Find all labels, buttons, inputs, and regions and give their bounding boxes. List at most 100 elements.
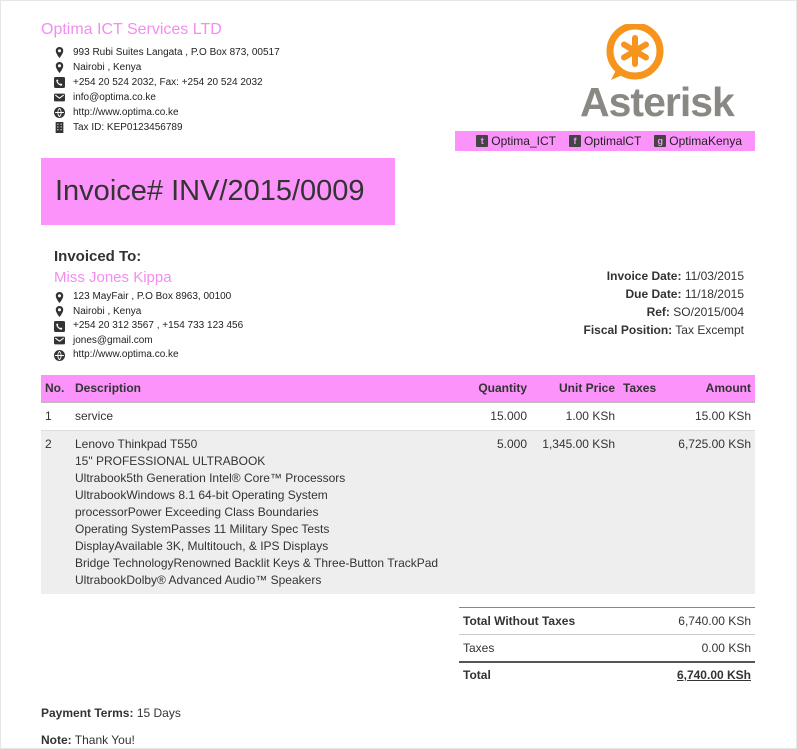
totals-block: Total Without Taxes 6,740.00 KSh Taxes 0… (459, 607, 755, 687)
row-amount: 15.00 KSh (667, 401, 755, 431)
row-unit-price: 1.00 KSh (531, 401, 619, 431)
facebook-icon: f (568, 135, 581, 147)
row-unit-price: 1,345.00 KSh (531, 430, 619, 594)
note-label: Note: (41, 733, 72, 747)
company-tax-id: Tax ID: KEP0123456789 (73, 122, 183, 133)
company-website[interactable]: http://www.optima.co.ke (73, 105, 179, 120)
invoice-note: Note: Thank You! (41, 733, 135, 747)
google-plus-icon: g (654, 135, 667, 147)
due-date-label: Due Date: (625, 287, 682, 301)
customer-name: Miss Jones Kippa (54, 269, 172, 286)
total-without-taxes-row: Total Without Taxes 6,740.00 KSh (459, 607, 755, 634)
description-line: service (75, 409, 114, 423)
building-icon (54, 122, 68, 133)
description-line: Bridge TechnologyRenowned Backlit Keys &… (75, 556, 439, 570)
company-taxid-line: Tax ID: KEP0123456789 (54, 120, 280, 135)
social-twitter-label: Optima_ICT (491, 134, 556, 148)
fiscal-position-label: Fiscal Position: (583, 323, 673, 337)
customer-email-line: jones@gmail.com (54, 334, 243, 349)
company-city-line: Nairobi , Kenya (54, 60, 280, 75)
ref-value: SO/2015/004 (669, 305, 744, 319)
col-no: No. (41, 375, 71, 402)
taxes-label: Taxes (463, 641, 495, 655)
description-line: Operating SystemPasses 11 Military Spec … (75, 522, 330, 536)
company-website-line: http://www.optima.co.ke (54, 105, 280, 120)
col-quantity: Quantity (471, 375, 531, 402)
social-bar: t Optima_ICT f OptimalCT g OptimaKenya (455, 131, 755, 151)
invoiced-to-heading: Invoiced To: (54, 248, 142, 265)
company-phone-line: +254 20 524 2032, Fax: +254 20 524 2032 (54, 75, 280, 90)
total-value: 6,740.00 KSh (676, 668, 751, 682)
due-date-row: Due Date: 11/18/2015 (584, 285, 744, 303)
row-amount: 6,725.00 KSh (667, 430, 755, 594)
customer-contact: 123 MayFair , P.O Box 8963, 00100 Nairob… (54, 290, 243, 363)
row-quantity: 5.000 (471, 430, 531, 594)
asterisk-logo-icon (606, 24, 664, 80)
row-taxes (619, 430, 667, 594)
phone-icon (54, 320, 68, 332)
fiscal-position-value: Tax Excempt (672, 323, 744, 337)
description-line: Lenovo Thinkpad T550 (75, 437, 198, 451)
fiscal-position-row: Fiscal Position: Tax Excempt (584, 321, 745, 339)
payment-terms-value: 15 Days (133, 706, 181, 720)
invoice-date-label: Invoice Date: (606, 269, 682, 283)
map-marker-icon (54, 291, 68, 303)
envelope-icon (54, 335, 68, 346)
customer-address-2: Nairobi , Kenya (73, 305, 142, 317)
table-row: 2 Lenovo Thinkpad T550 15" PROFESSIONAL … (41, 430, 755, 594)
invoice-lines-table: No. Description Quantity Unit Price Taxe… (41, 375, 755, 594)
map-marker-icon (54, 47, 68, 58)
description-line: DisplayAvailable 3K, Multitouch, & IPS D… (75, 539, 329, 553)
customer-address-line: 123 MayFair , P.O Box 8963, 00100 (54, 290, 243, 305)
row-description: service (71, 401, 471, 431)
asterisk-wordmark: Asterisk (580, 79, 735, 125)
ref-label: Ref: (646, 305, 670, 319)
row-taxes (619, 401, 667, 431)
customer-email[interactable]: jones@gmail.com (73, 334, 153, 349)
customer-phone-line: +254 20 312 3567 , +154 733 123 456 (54, 319, 243, 334)
row-no: 2 (41, 430, 71, 594)
col-amount: Amount (667, 375, 755, 402)
col-unit-price: Unit Price (531, 375, 619, 402)
social-facebook-label: OptimalCT (583, 134, 642, 148)
social-google-plus[interactable]: g OptimaKenya (654, 134, 742, 148)
social-twitter[interactable]: t Optima_ICT (476, 134, 556, 148)
customer-website[interactable]: http://www.optima.co.ke (73, 348, 179, 363)
table-header-row: No. Description Quantity Unit Price Taxe… (41, 375, 755, 402)
invoice-title: Invoice# INV/2015/0009 (55, 175, 365, 207)
taxes-row: Taxes 0.00 KSh (459, 634, 755, 661)
invoice-date-row: Invoice Date: 11/03/2015 (584, 267, 744, 285)
row-description: Lenovo Thinkpad T550 15" PROFESSIONAL UL… (71, 430, 471, 594)
map-marker-icon (54, 306, 68, 318)
col-description: Description (71, 375, 471, 402)
globe-icon (54, 349, 68, 361)
company-email[interactable]: info@optima.co.ke (73, 90, 156, 105)
description-line: 15" PROFESSIONAL ULTRABOOK (75, 454, 266, 468)
description-line: processorPower Exceeding Class Boundarie… (75, 505, 319, 519)
customer-address-1: 123 MayFair , P.O Box 8963, 00100 (73, 291, 232, 302)
total-without-taxes-label: Total Without Taxes (463, 614, 576, 628)
customer-city-line: Nairobi , Kenya (54, 305, 243, 320)
table-row: 1 service 15.000 1.00 KSh 15.00 KSh (41, 401, 755, 431)
description-line: UltrabookDolby® Advanced Audio™ Speakers (75, 573, 322, 587)
invoice-date-value: 11/03/2015 (681, 269, 744, 283)
ref-row: Ref: SO/2015/004 (584, 303, 744, 321)
customer-website-line: http://www.optima.co.ke (54, 348, 243, 363)
company-address-2: Nairobi , Kenya (73, 62, 142, 73)
map-marker-icon (54, 62, 68, 73)
company-phone: +254 20 524 2032, Fax: +254 20 524 2032 (73, 77, 263, 88)
asterisk-logo: Asterisk (580, 24, 756, 124)
total-without-taxes-value: 6,740.00 KSh (678, 614, 751, 628)
due-date-value: 11/18/2015 (681, 287, 744, 301)
total-label: Total (463, 668, 491, 682)
phone-icon (54, 77, 68, 88)
social-facebook[interactable]: f OptimalCT (568, 134, 642, 148)
taxes-value: 0.00 KSh (701, 641, 751, 655)
payment-terms-label: Payment Terms: (41, 706, 134, 720)
envelope-icon (54, 92, 68, 103)
note-value: Thank You! (71, 733, 135, 747)
twitter-icon: t (476, 135, 489, 147)
total-row: Total 6,740.00 KSh (459, 661, 755, 687)
invoice-title-box: Invoice# INV/2015/0009 (41, 158, 395, 225)
payment-terms: Payment Terms: 15 Days (41, 706, 181, 720)
